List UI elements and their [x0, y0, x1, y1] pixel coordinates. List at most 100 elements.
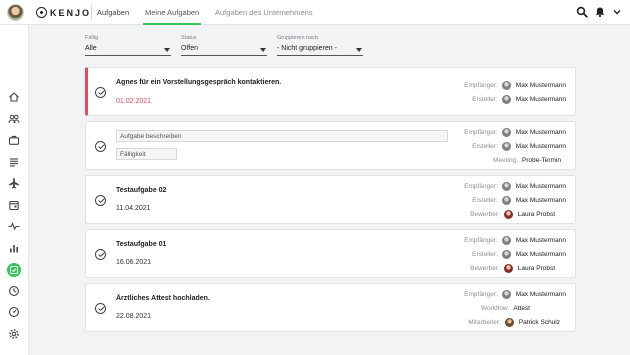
- complete-task-checkbox[interactable]: [95, 195, 106, 206]
- avatar: [501, 94, 511, 104]
- meta-meeting: Meeting: Probe-Termin: [493, 155, 566, 165]
- meta-recipient: Empfänger: Max Mustermann: [464, 127, 566, 137]
- task-title[interactable]: Ärztliches Attest hochladen.: [116, 295, 210, 302]
- avatar: [504, 317, 514, 327]
- meta-value[interactable]: Max Mustermann: [516, 143, 566, 150]
- meta-value[interactable]: Max Mustermann: [516, 291, 566, 298]
- tab-aufgaben-des-unternehmens[interactable]: Aufgaben des Unternehmens: [215, 0, 313, 25]
- task-card: Testaufgabe 01 16.06.2021 Empfänger: Max…: [85, 229, 576, 278]
- meta-employee: Mitarbeiter: Patrick Schulz: [468, 317, 566, 327]
- filter-status-label: Status: [181, 35, 197, 41]
- meta-label: Workflow:: [480, 304, 510, 312]
- filter-group-value: - Nicht gruppieren -: [277, 45, 337, 52]
- user-avatar[interactable]: [7, 4, 24, 21]
- meta-label: Ersteller:: [472, 250, 498, 258]
- meta-value[interactable]: Max Mustermann: [516, 197, 566, 204]
- meta-label: Ersteller:: [472, 196, 498, 204]
- clock-icon[interactable]: [8, 285, 20, 297]
- pulse-icon[interactable]: [8, 220, 20, 232]
- avatar: [501, 249, 511, 259]
- meta-label: Mitarbeiter:: [468, 318, 501, 326]
- avatar: [501, 195, 511, 205]
- avatar: [503, 263, 513, 273]
- meta-label: Empfänger:: [464, 236, 498, 244]
- meta-creator: Ersteller: Max Mustermann: [472, 249, 566, 259]
- tasks-icon[interactable]: [7, 263, 21, 277]
- avatar: [501, 127, 511, 137]
- dropdown-caret-icon: [164, 48, 170, 52]
- task-description-input[interactable]: Aufgabe beschreiben: [116, 130, 448, 142]
- filter-due-label: Fällig: [85, 35, 99, 41]
- meta-value[interactable]: Probe-Termin: [522, 157, 561, 164]
- filter-group-select[interactable]: - Nicht gruppieren -: [277, 44, 363, 56]
- task-title[interactable]: Agnes für ein Vorstellungsgespräch konta…: [116, 79, 281, 86]
- bell-icon[interactable]: [594, 6, 606, 18]
- meta-applicant: Bewerber: Laura Probst: [470, 209, 566, 219]
- complete-task-checkbox[interactable]: [95, 303, 106, 314]
- filter-due-value: Alle: [85, 45, 97, 52]
- chevron-down-icon[interactable]: [611, 6, 623, 18]
- avatar: [503, 209, 513, 219]
- task-due-date: 22.08.2021: [116, 313, 152, 320]
- document-icon[interactable]: [8, 156, 20, 168]
- meta-creator: Ersteller: Max Mustermann: [472, 141, 566, 151]
- complete-task-checkbox[interactable]: [95, 87, 106, 98]
- meta-recipient: Empfänger: Max Mustermann: [464, 80, 566, 90]
- avatar: [501, 80, 511, 90]
- meta-recipient: Empfänger: Max Mustermann: [464, 181, 566, 191]
- dropdown-caret-icon: [356, 48, 362, 52]
- meta-value[interactable]: Max Mustermann: [516, 251, 566, 258]
- filter-due: Fällig Alle: [85, 35, 171, 56]
- meta-value[interactable]: Laura Probst: [518, 265, 555, 272]
- meta-value[interactable]: Max Mustermann: [516, 129, 566, 136]
- meta-value[interactable]: Max Mustermann: [516, 82, 566, 89]
- filter-status-value: Offen: [181, 45, 198, 52]
- meta-label: Ersteller:: [472, 142, 498, 150]
- meta-workflow: Workflow: Attest: [481, 303, 566, 313]
- kenjo-logo[interactable]: KENJO: [36, 6, 91, 19]
- gauge-icon[interactable]: [8, 306, 20, 318]
- task-due-date-input[interactable]: Fälligkeit: [116, 148, 177, 160]
- meta-value[interactable]: Max Mustermann: [516, 237, 566, 244]
- meta-recipient: Empfänger: Max Mustermann: [464, 289, 566, 299]
- briefcase-icon[interactable]: [8, 134, 20, 146]
- avatar: [501, 235, 511, 245]
- filter-status: Status Offen: [181, 35, 267, 56]
- meta-applicant: Bewerber: Laura Probst: [470, 263, 566, 273]
- home-icon[interactable]: [8, 91, 20, 103]
- nav-divider: [91, 5, 92, 20]
- meta-value[interactable]: Patrick Schulz: [519, 319, 560, 326]
- complete-task-checkbox[interactable]: [95, 249, 106, 260]
- task-card: Testaufgabe 02 11.04.2021 Empfänger: Max…: [85, 175, 576, 224]
- meta-value[interactable]: Max Mustermann: [516, 96, 566, 103]
- task-title[interactable]: Testaufgabe 01: [116, 241, 166, 248]
- complete-task-checkbox[interactable]: [95, 141, 106, 152]
- avatar: [501, 181, 511, 191]
- people-icon[interactable]: [8, 113, 20, 125]
- task-card: Ärztliches Attest hochladen. 22.08.2021 …: [85, 283, 576, 332]
- task-due-date: 16.06.2021: [116, 259, 152, 266]
- task-title[interactable]: Testaufgabe 02: [116, 187, 166, 194]
- meta-value[interactable]: Attest: [513, 305, 530, 312]
- bar-chart-icon[interactable]: [8, 242, 20, 254]
- calendar-icon[interactable]: [8, 199, 20, 211]
- meta-creator: Ersteller: Max Mustermann: [472, 195, 566, 205]
- tab-meine-aufgaben[interactable]: Meine Aufgaben: [143, 0, 202, 25]
- filter-status-select[interactable]: Offen: [181, 44, 267, 56]
- search-icon[interactable]: [576, 6, 588, 18]
- filter-due-select[interactable]: Alle: [85, 44, 171, 56]
- meta-label: Empfänger:: [464, 290, 498, 298]
- plane-icon[interactable]: [8, 177, 20, 189]
- logo-text: KENJO: [50, 7, 92, 18]
- meta-label: Meeting:: [493, 156, 518, 164]
- task-due-date: 11.04.2021: [116, 205, 151, 212]
- tab-aufgaben[interactable]: Aufgaben: [97, 0, 129, 25]
- task-due-date: 01.02.2021: [116, 98, 152, 105]
- meta-value[interactable]: Laura Probst: [518, 211, 555, 218]
- task-card-new: Aufgabe beschreiben Fälligkeit Empfänger…: [85, 121, 576, 170]
- meta-label: Ersteller:: [472, 95, 498, 103]
- meta-value[interactable]: Max Mustermann: [516, 183, 566, 190]
- settings-icon[interactable]: [8, 328, 20, 340]
- meta-recipient: Empfänger: Max Mustermann: [464, 235, 566, 245]
- meta-label: Empfänger:: [464, 128, 498, 136]
